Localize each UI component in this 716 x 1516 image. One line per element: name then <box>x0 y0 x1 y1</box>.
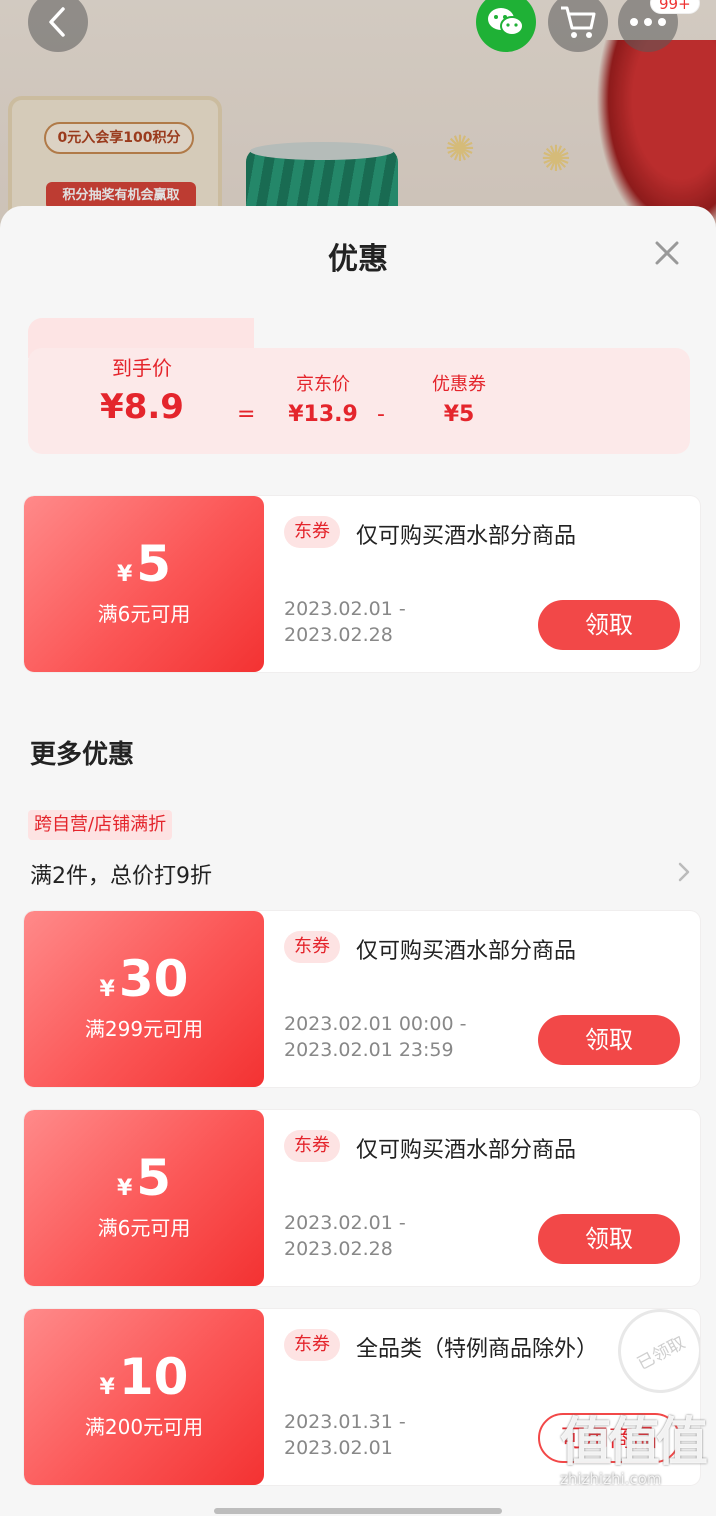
final-price-label: 到手价 <box>112 356 172 380</box>
currency-symbol: ¥ <box>116 1176 133 1201</box>
coupon-description: 仅可购买酒水部分商品 <box>356 1138 577 1163</box>
coupon-amount: ¥ 10 <box>24 1349 264 1405</box>
coupon-card: ¥ 5 满6元可用 东券 仅可购买酒水部分商品 2023.02.01 - 202… <box>24 1110 700 1286</box>
more-dots-icon <box>630 18 666 26</box>
coupon-condition: 满6元可用 <box>97 602 191 626</box>
coupon-card: ¥ 30 满299元可用 东券 仅可购买酒水部分商品 2023.02.01 00… <box>24 911 700 1087</box>
coupon-condition: 满6元可用 <box>97 1216 191 1240</box>
dim-overlay[interactable] <box>0 0 716 240</box>
claimed-stamp: 已领取 <box>603 1309 700 1408</box>
discount-tag: 跨自营/店铺满折 <box>28 810 173 840</box>
coupon-value-panel: ¥ 10 满200元可用 <box>24 1309 264 1485</box>
product-page-background: ✺ ✺ 0元入会享100积分 积分抽奖有机会赢取 99+ <box>0 0 716 240</box>
watermark-url: zhizhizhi.com <box>560 1470 662 1488</box>
coupon-condition: 满299元可用 <box>84 1017 204 1041</box>
more-discounts-title: 更多优惠 <box>30 740 135 770</box>
claim-coupon-button[interactable]: 领取 <box>538 1015 680 1065</box>
coupon-amount: ¥ 30 <box>24 951 264 1007</box>
coupon-amount: ¥ 5 <box>24 1150 264 1206</box>
coupon-date-start: 2023.01.31 - <box>284 1411 406 1433</box>
coupon-amount-number: 5 <box>136 535 172 593</box>
currency-symbol: ¥ <box>116 562 133 587</box>
watermark: 值值值 zhizhizhi.com <box>560 1413 708 1488</box>
currency-symbol: ¥ <box>99 1375 115 1400</box>
coupon-type-tag: 东券 <box>284 1329 340 1361</box>
coupon-description: 全品类（特例商品除外） <box>356 1337 599 1362</box>
coupon-description: 仅可购买酒水部分商品 <box>356 939 577 964</box>
coupon-card: ¥ 5 满6元可用 东券 仅可购买酒水部分商品 2023.02.01 - 202… <box>24 496 700 672</box>
coupon-condition: 满200元可用 <box>84 1415 204 1439</box>
wechat-icon <box>488 8 524 36</box>
coupon-date-end: 2023.02.28 <box>284 624 393 646</box>
coupon-price-label: 优惠券 <box>432 374 486 395</box>
coupon-type-tag: 东券 <box>284 1130 340 1162</box>
coupon-date-end: 2023.02.28 <box>284 1238 393 1260</box>
claim-coupon-button[interactable]: 领取 <box>538 1214 680 1264</box>
sheet-header: 优惠 <box>0 206 716 306</box>
watermark-logo: 值值值 <box>560 1413 708 1473</box>
discount-detail-button[interactable] <box>674 860 694 884</box>
coupon-date-start: 2023.02.01 - <box>284 1212 406 1234</box>
equals-sign: = <box>237 402 256 427</box>
discount-sheet: 优惠 到手价 ¥8.9 = 京东价 ¥13.9 - 优惠券 ¥5 ¥ 5 满6元… <box>0 206 716 1516</box>
coupon-date-start: 2023.02.01 - <box>284 598 406 620</box>
chevron-right-icon <box>678 862 690 882</box>
coupon-price-block: 优惠券 ¥5 <box>420 370 498 427</box>
jd-price-block: 京东价 ¥13.9 <box>282 370 364 427</box>
claim-coupon-button[interactable]: 领取 <box>538 600 680 650</box>
sheet-title: 优惠 <box>328 242 388 277</box>
back-arrow-icon <box>49 7 65 37</box>
currency-symbol: ¥ <box>99 977 115 1002</box>
final-price-block: 到手价 ¥8.9 <box>96 352 188 427</box>
cart-icon <box>561 6 596 38</box>
cart-count-badge: 99+ <box>650 0 700 14</box>
home-indicator[interactable] <box>214 1508 502 1514</box>
minus-sign: - <box>377 402 385 427</box>
coupon-description: 仅可购买酒水部分商品 <box>356 524 577 549</box>
coupon-date-end: 2023.02.01 23:59 <box>284 1039 454 1061</box>
coupon-amount-number: 30 <box>118 950 189 1008</box>
coupon-value-panel: ¥ 30 满299元可用 <box>24 911 264 1087</box>
final-price-value: ¥8.9 <box>100 387 184 427</box>
jd-price-label: 京东价 <box>296 374 350 395</box>
coupon-amount-number: 5 <box>136 1149 172 1207</box>
coupon-type-tag: 东券 <box>284 931 340 963</box>
coupon-value-panel: ¥ 5 满6元可用 <box>24 496 264 672</box>
coupon-price-value: ¥5 <box>443 402 475 427</box>
coupon-amount: ¥ 5 <box>24 536 264 592</box>
close-icon <box>655 241 679 265</box>
coupon-date-start: 2023.02.01 00:00 - <box>284 1013 467 1035</box>
close-button[interactable] <box>650 236 684 270</box>
coupon-type-tag: 东券 <box>284 516 340 548</box>
jd-price-value: ¥13.9 <box>288 402 358 427</box>
coupon-amount-number: 10 <box>118 1348 189 1406</box>
discount-description[interactable]: 满2件，总价打9折 <box>30 858 212 890</box>
coupon-value-panel: ¥ 5 满6元可用 <box>24 1110 264 1286</box>
coupon-date-end: 2023.02.01 <box>284 1437 393 1459</box>
